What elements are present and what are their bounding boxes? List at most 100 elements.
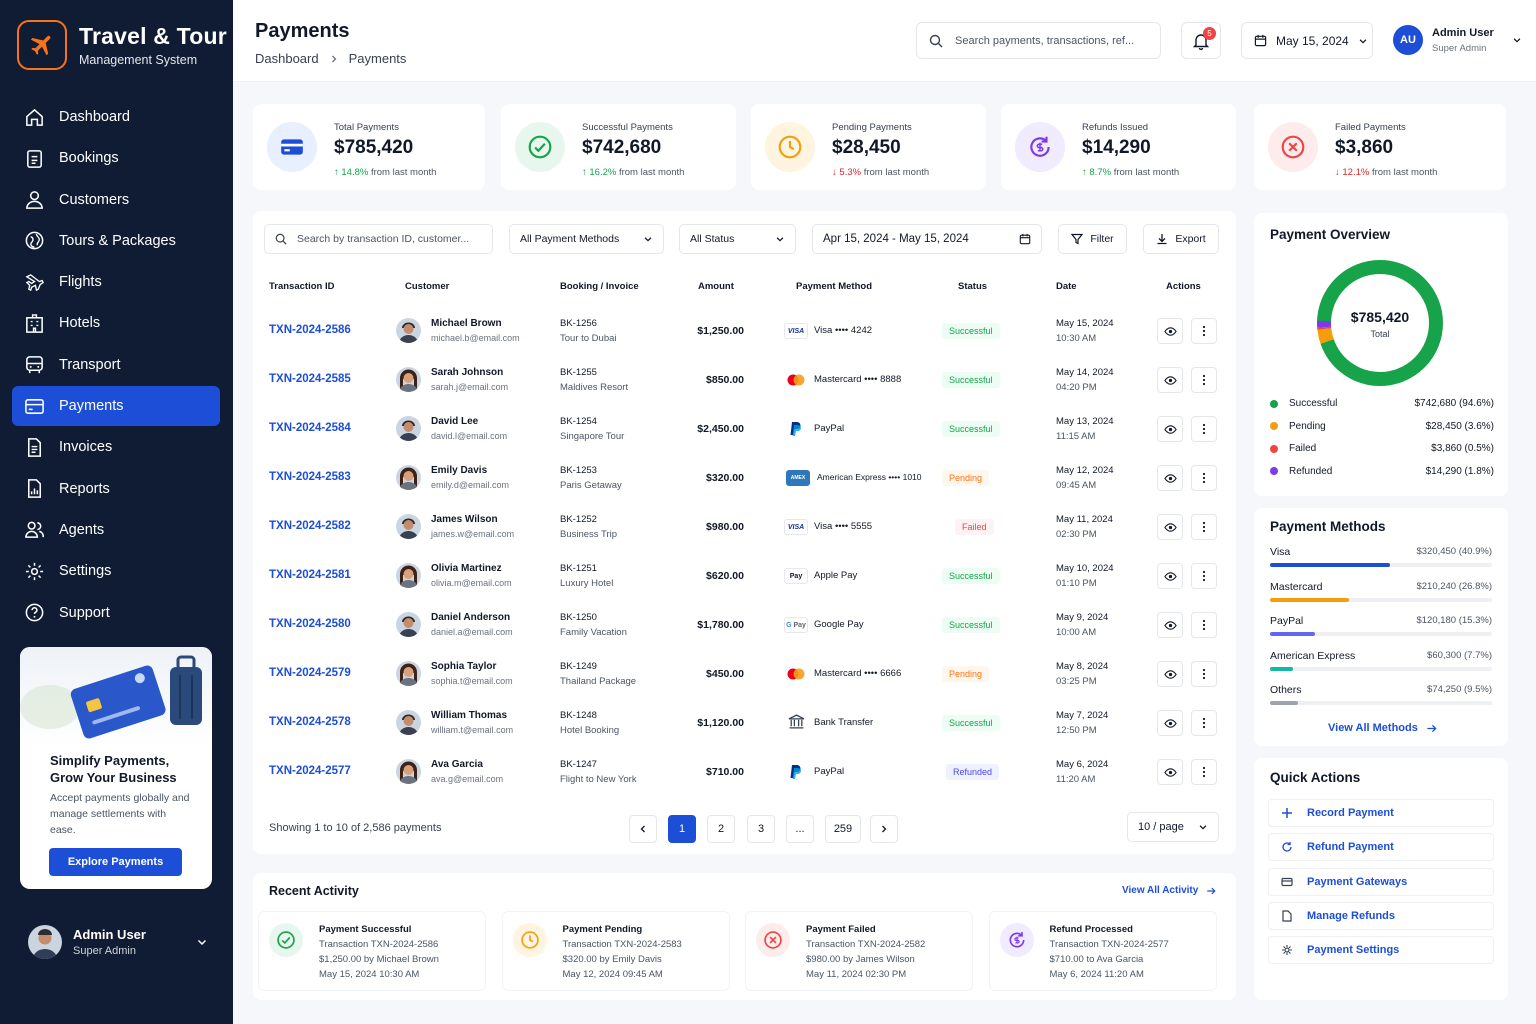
filter-icon — [1071, 233, 1084, 245]
per-page-select[interactable]: 10 / page — [1127, 812, 1219, 842]
activity-item[interactable]: Payment Successful Transaction TXN-2024-… — [258, 911, 486, 991]
transaction-id-link[interactable]: TXN-2024-2582 — [269, 520, 351, 532]
table-row[interactable]: TXN-2024-2578 William Thomas william.t@e… — [253, 698, 1236, 747]
table-row[interactable]: TXN-2024-2582 James Wilson james.w@email… — [253, 502, 1236, 551]
view-button[interactable] — [1157, 465, 1183, 491]
explore-payments-button[interactable]: Explore Payments — [49, 848, 182, 876]
more-actions-button[interactable] — [1191, 759, 1217, 785]
table-row[interactable]: TXN-2024-2586 Michael Brown michael.b@em… — [253, 306, 1236, 355]
transaction-id-link[interactable]: TXN-2024-2585 — [269, 373, 351, 385]
prev-page-button[interactable] — [629, 815, 657, 843]
export-button[interactable]: Export — [1143, 224, 1219, 254]
view-all-methods-link[interactable]: View All Methods — [1328, 722, 1437, 734]
method-progress-fill — [1270, 632, 1315, 636]
legend-item-refunded: Refunded $14,290 (1.8%) — [1270, 466, 1494, 477]
table-row[interactable]: TXN-2024-2583 Emily Davis emily.d@email.… — [253, 453, 1236, 502]
sidebar-item-bookings[interactable]: Bookings — [12, 138, 220, 178]
transaction-id-link[interactable]: TXN-2024-2577 — [269, 765, 351, 777]
more-actions-button[interactable] — [1191, 661, 1217, 687]
date-cell: May 12, 2024 09:45 AM — [1056, 465, 1114, 491]
payment-method-select[interactable]: All Payment Methods — [509, 224, 664, 254]
page-259-button[interactable]: 259 — [825, 815, 861, 843]
sidebar-item-tours-packages[interactable]: Tours & Packages — [12, 221, 220, 261]
arrow-up-icon: ↑ — [334, 167, 339, 178]
activity-item[interactable]: Refund Processed Transaction TXN-2024-25… — [988, 911, 1217, 991]
view-button[interactable] — [1157, 563, 1183, 589]
page-3-button[interactable]: 3 — [747, 815, 775, 843]
more-actions-button[interactable] — [1191, 710, 1217, 736]
view-button[interactable] — [1157, 661, 1183, 687]
legend-item-pending: Pending $28,450 (3.6%) — [1270, 421, 1494, 432]
table-row[interactable]: TXN-2024-2579 Sophia Taylor sophia.t@ema… — [253, 649, 1236, 698]
sidebar-item-transport[interactable]: Transport — [12, 345, 220, 385]
time-value: 10:30 AM — [1056, 333, 1097, 344]
date-picker[interactable]: May 15, 2024 — [1241, 22, 1373, 59]
more-actions-button[interactable] — [1191, 563, 1217, 589]
chevron-down-icon[interactable] — [196, 936, 208, 948]
sidebar-item-payments[interactable]: Payments — [12, 386, 220, 427]
transaction-id-link[interactable]: TXN-2024-2584 — [269, 422, 351, 434]
manage-refunds-button[interactable]: Manage Refunds — [1268, 901, 1494, 930]
view-button[interactable] — [1157, 710, 1183, 736]
date-range-picker[interactable]: Apr 15, 2024 - May 15, 2024 — [812, 224, 1042, 254]
customer-cell: James Wilson james.w@email.com — [431, 514, 514, 539]
transaction-id-link[interactable]: TXN-2024-2578 — [269, 716, 351, 728]
table-row[interactable]: TXN-2024-2581 Olivia Martinez olivia.m@e… — [253, 551, 1236, 600]
more-actions-button[interactable] — [1191, 514, 1217, 540]
view-all-activity-link[interactable]: View All Activity — [1122, 885, 1216, 896]
view-button[interactable] — [1157, 759, 1183, 785]
payment-gateways-button[interactable]: Payment Gateways — [1268, 867, 1494, 896]
page-2-button[interactable]: 2 — [707, 815, 735, 843]
table-row[interactable]: TXN-2024-2577 Ava Garcia ava.g@email.com… — [253, 747, 1236, 796]
globe-icon — [25, 232, 44, 250]
more-actions-button[interactable] — [1191, 318, 1217, 344]
breadcrumb-dashboard[interactable]: Dashboard — [255, 51, 319, 66]
sidebar-item-customers[interactable]: Customers — [12, 180, 220, 220]
transaction-id-link[interactable]: TXN-2024-2586 — [269, 324, 351, 336]
more-actions-button[interactable] — [1191, 367, 1217, 393]
view-button[interactable] — [1157, 367, 1183, 393]
table-row[interactable]: TXN-2024-2584 David Lee david.l@email.co… — [253, 404, 1236, 453]
page-1-button[interactable]: 1 — [668, 815, 696, 843]
sidebar-item-flights[interactable]: Flights — [12, 262, 220, 302]
method-value: $60,300 (7.7%) — [1427, 649, 1492, 661]
record-payment-button[interactable]: Record Payment — [1268, 799, 1494, 827]
activity-line-1: Transaction TXN-2024-2583 — [562, 939, 682, 950]
table-search-input[interactable]: Search by transaction ID, customer... — [264, 224, 493, 254]
refund-payment-button[interactable]: Refund Payment — [1268, 833, 1494, 862]
view-button[interactable] — [1157, 612, 1183, 638]
sidebar-item-support[interactable]: Support — [12, 593, 220, 633]
global-search-input[interactable]: Search payments, transactions, ref... — [916, 22, 1161, 59]
sidebar-item-dashboard[interactable]: Dashboard — [12, 97, 220, 137]
notifications-button[interactable]: 5 — [1181, 22, 1221, 59]
transaction-id-link[interactable]: TXN-2024-2580 — [269, 618, 351, 630]
sidebar-item-agents[interactable]: Agents — [12, 510, 220, 550]
brand[interactable]: Travel & Tour Management System — [17, 20, 227, 70]
status-select[interactable]: All Status — [679, 224, 796, 254]
filter-button[interactable]: Filter — [1058, 224, 1127, 254]
more-actions-button[interactable] — [1191, 465, 1217, 491]
sidebar-item-settings[interactable]: Settings — [12, 551, 220, 591]
promo-text: Accept payments globally and manage sett… — [50, 792, 190, 836]
sidebar-item-invoices[interactable]: Invoices — [12, 427, 220, 467]
sidebar-item-reports[interactable]: Reports — [12, 469, 220, 509]
avatar — [396, 465, 421, 490]
more-actions-button[interactable] — [1191, 416, 1217, 442]
more-actions-button[interactable] — [1191, 612, 1217, 638]
table-row[interactable]: TXN-2024-2580 Daniel Anderson daniel.a@e… — [253, 600, 1236, 649]
payment-settings-button[interactable]: Payment Settings — [1268, 936, 1494, 965]
view-button[interactable] — [1157, 416, 1183, 442]
transaction-id-link[interactable]: TXN-2024-2583 — [269, 471, 351, 483]
activity-item[interactable]: Payment Pending Transaction TXN-2024-258… — [501, 911, 730, 991]
sidebar-item-hotels[interactable]: Hotels — [12, 303, 220, 343]
activity-title: Refund Processed — [1049, 924, 1133, 935]
view-button[interactable] — [1157, 514, 1183, 540]
table-row[interactable]: TXN-2024-2585 Sarah Johnson sarah.j@emai… — [253, 355, 1236, 404]
sidebar-user[interactable]: Admin User Super Admin — [28, 925, 208, 959]
next-page-button[interactable] — [870, 815, 898, 843]
user-menu[interactable]: AU Admin User Super Admin — [1393, 25, 1522, 55]
view-button[interactable] — [1157, 318, 1183, 344]
transaction-id-link[interactable]: TXN-2024-2581 — [269, 569, 351, 581]
activity-item[interactable]: Payment Failed Transaction TXN-2024-2582… — [745, 911, 973, 991]
transaction-id-link[interactable]: TXN-2024-2579 — [269, 667, 351, 679]
